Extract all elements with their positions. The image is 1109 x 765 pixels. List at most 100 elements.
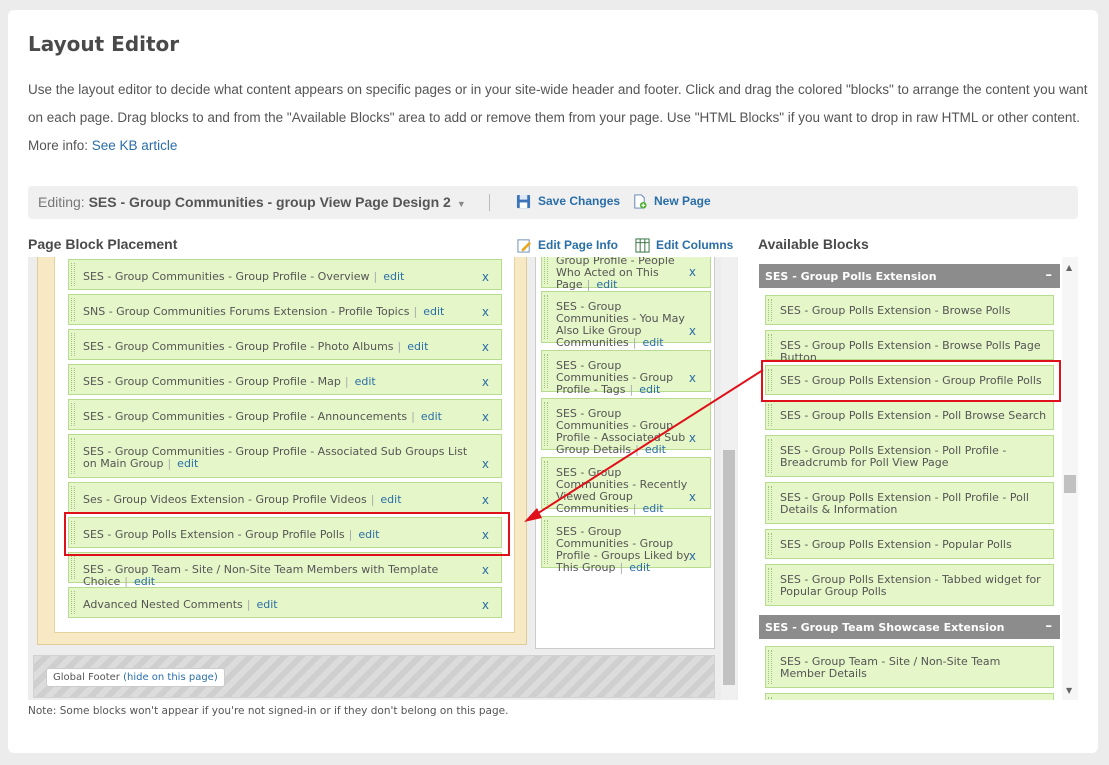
placed-block[interactable]: SES - Group Communities - Group Profile … xyxy=(541,398,711,456)
available-block[interactable]: SES - Group Polls Extension - Poll Profi… xyxy=(765,435,1054,477)
available-block[interactable]: SES - Group Polls Extension - Tabbed wid… xyxy=(765,564,1054,606)
placed-block[interactable]: Ses - Group Videos Extension - Group Pro… xyxy=(68,482,502,513)
drag-handle[interactable] xyxy=(768,533,772,555)
drag-handle[interactable] xyxy=(71,556,75,579)
drag-handle[interactable] xyxy=(71,333,75,356)
drag-handle[interactable] xyxy=(71,438,75,474)
remove-block-button[interactable]: x xyxy=(689,325,696,337)
drag-handle[interactable] xyxy=(768,299,772,321)
placed-block[interactable]: SES - Group Communities - Group Profile … xyxy=(541,350,711,396)
hide-on-page-link[interactable]: (hide on this page) xyxy=(123,672,218,683)
placed-block[interactable]: SNS - Group Communities Forums Extension… xyxy=(68,294,502,325)
toolbar-divider xyxy=(489,194,490,211)
placed-block[interactable]: SES - Group Team - Site / Non-Site Team … xyxy=(68,552,502,588)
block-edit-link[interactable]: edit xyxy=(383,270,404,283)
available-block[interactable]: SES - Group Polls Extension - Poll Brows… xyxy=(765,400,1054,430)
remove-block-button[interactable]: x xyxy=(482,411,489,423)
drag-handle[interactable] xyxy=(71,403,75,426)
remove-block-button[interactable]: x xyxy=(482,306,489,318)
available-block[interactable]: SES - Group Polls Extension - Popular Po… xyxy=(765,529,1054,559)
new-page-button[interactable]: New Page xyxy=(654,194,711,208)
block-edit-link[interactable]: edit xyxy=(355,375,376,388)
remove-block-button[interactable]: x xyxy=(689,372,696,384)
drag-handle[interactable] xyxy=(768,486,772,520)
drag-handle[interactable] xyxy=(768,697,772,700)
save-changes-button[interactable]: Save Changes xyxy=(538,194,620,208)
kb-article-link[interactable]: See KB article xyxy=(92,138,178,153)
block-edit-link[interactable]: edit xyxy=(642,336,663,349)
scroll-up-icon[interactable]: ▲ xyxy=(1066,263,1072,272)
drag-handle[interactable] xyxy=(768,404,772,426)
collapse-icon[interactable]: – xyxy=(1046,619,1053,634)
edit-info-icon xyxy=(517,239,532,253)
chevron-down-icon: ▼ xyxy=(456,199,466,209)
block-edit-link[interactable]: edit xyxy=(407,340,428,353)
remove-block-button[interactable]: x xyxy=(482,599,489,611)
editing-label: Editing: xyxy=(38,194,85,210)
drag-handle[interactable] xyxy=(71,368,75,391)
block-edit-link[interactable]: edit xyxy=(629,561,650,574)
block-edit-link[interactable]: edit xyxy=(645,443,666,456)
page-selector[interactable]: Editing: SES - Group Communities - group… xyxy=(38,194,466,210)
edit-page-info-button[interactable]: Edit Page Info xyxy=(538,238,618,252)
placement-scrollbar-thumb[interactable] xyxy=(723,450,735,685)
placed-block[interactable]: SES - Group Communities - Group Profile … xyxy=(541,516,711,574)
block-edit-link[interactable]: edit xyxy=(596,278,617,291)
drag-handle[interactable] xyxy=(768,439,772,473)
page-name: SES - Group Communities - group View Pag… xyxy=(88,194,451,210)
block-edit-link[interactable]: edit xyxy=(639,383,660,396)
available-block[interactable]: SES - Group Team - Site / Non-Site Team … xyxy=(765,646,1054,688)
collapse-icon[interactable]: – xyxy=(1046,268,1053,283)
edit-columns-button[interactable]: Edit Columns xyxy=(656,238,733,252)
block-edit-link[interactable]: edit xyxy=(423,305,444,318)
remove-block-button[interactable]: x xyxy=(689,550,696,562)
placed-block[interactable]: SES - Group Communities - Group Profile … xyxy=(68,364,502,395)
placed-block[interactable]: SES - Group Communities - Group Profile … xyxy=(68,434,502,478)
drag-handle[interactable] xyxy=(544,520,548,564)
placed-block[interactable]: SES - Group Communities - You May Also L… xyxy=(541,291,711,349)
drag-handle[interactable] xyxy=(71,263,75,286)
remove-block-button[interactable]: x xyxy=(482,494,489,506)
category-header[interactable]: SES - Group Polls Extension – xyxy=(759,264,1060,288)
remove-block-button[interactable]: x xyxy=(689,266,696,278)
available-scrollbar-thumb[interactable] xyxy=(1064,475,1076,493)
placed-block[interactable]: Group Profile - People Who Acted on This… xyxy=(541,257,711,291)
available-block[interactable]: SES - Group Polls Extension - Poll Profi… xyxy=(765,482,1054,524)
drag-handle[interactable] xyxy=(768,650,772,684)
scroll-down-icon[interactable]: ▼ xyxy=(1066,686,1072,695)
drag-handle[interactable] xyxy=(71,298,75,321)
placed-block[interactable]: Advanced Nested Comments | edit x xyxy=(68,587,502,618)
block-edit-link[interactable]: edit xyxy=(380,493,401,506)
remove-block-button[interactable]: x xyxy=(689,491,696,503)
available-block[interactable]: SES - Group Polls Extension - Browse Pol… xyxy=(765,295,1054,325)
page-block-placement-heading: Page Block Placement xyxy=(28,236,178,252)
drag-handle[interactable] xyxy=(544,461,548,505)
category-header[interactable]: SES - Group Team Showcase Extension – xyxy=(759,615,1060,639)
drag-handle[interactable] xyxy=(544,402,548,446)
drag-handle[interactable] xyxy=(544,354,548,388)
placed-block[interactable]: SES - Group Communities - Group Profile … xyxy=(68,259,502,290)
block-edit-link[interactable]: edit xyxy=(177,457,198,470)
placed-block[interactable]: SES - Group Communities - Group Profile … xyxy=(68,329,502,360)
remove-block-button[interactable]: x xyxy=(482,564,489,576)
global-footer-block[interactable]: Global Footer (hide on this page) xyxy=(46,668,225,687)
remove-block-button[interactable]: x xyxy=(482,376,489,388)
drag-handle[interactable] xyxy=(768,568,772,602)
drag-handle[interactable] xyxy=(768,334,772,356)
placed-block[interactable]: SES - Group Communities - Recently Viewe… xyxy=(541,457,711,515)
drag-handle[interactable] xyxy=(71,591,75,614)
block-edit-link[interactable]: edit xyxy=(642,502,663,515)
remove-block-button[interactable]: x xyxy=(482,458,489,470)
available-block[interactable]: SES - Group Polls Extension - Browse Pol… xyxy=(765,330,1054,364)
remove-block-button[interactable]: x xyxy=(482,341,489,353)
page-block-placement-area: SES - Group Communities - Group Profile … xyxy=(28,257,738,700)
placed-block[interactable]: SES - Group Communities - Group Profile … xyxy=(68,399,502,430)
drag-handle[interactable] xyxy=(544,257,548,284)
block-edit-link[interactable]: edit xyxy=(256,598,277,611)
drag-handle[interactable] xyxy=(544,295,548,339)
available-block[interactable] xyxy=(765,693,1054,700)
drag-handle[interactable] xyxy=(71,486,75,509)
remove-block-button[interactable]: x xyxy=(482,271,489,283)
remove-block-button[interactable]: x xyxy=(689,432,696,444)
block-edit-link[interactable]: edit xyxy=(421,410,442,423)
